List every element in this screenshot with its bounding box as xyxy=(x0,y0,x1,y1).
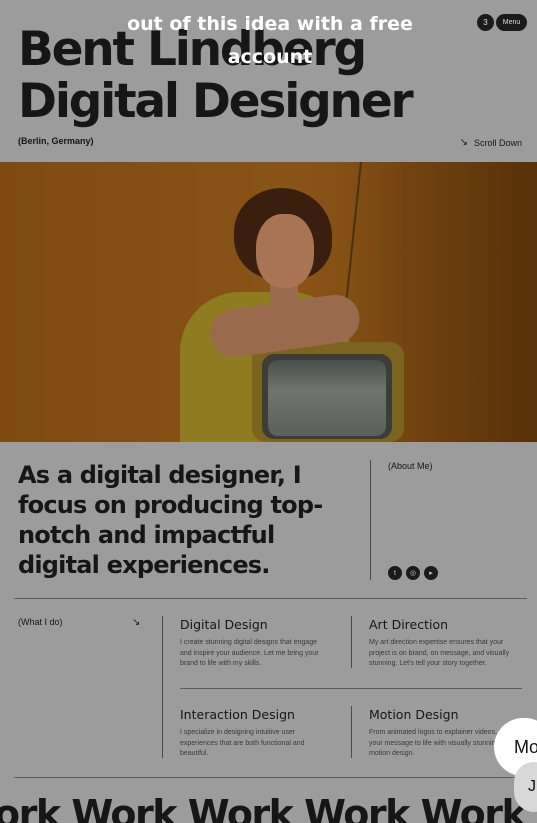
twitter-icon[interactable]: t xyxy=(388,566,402,580)
service-title: Art Direction xyxy=(369,617,449,632)
scroll-down-link[interactable]: ↘ Scroll Down xyxy=(460,137,522,148)
menu-button[interactable]: Menu xyxy=(496,14,527,31)
arrow-down-right-icon: ↘ xyxy=(132,617,141,628)
social-links: t ◎ ▸ xyxy=(388,566,438,580)
section-divider xyxy=(14,598,527,599)
about-me-label[interactable]: (About Me) xyxy=(388,461,433,471)
intro-headline: As a digital designer, I focus on produc… xyxy=(18,461,323,579)
menu-count-badge[interactable]: 3 xyxy=(477,14,494,31)
section-divider xyxy=(14,777,527,778)
service-title: Interaction Design xyxy=(180,707,295,722)
service-title: Digital Design xyxy=(180,617,268,632)
instagram-icon[interactable]: ◎ xyxy=(406,566,420,580)
about-divider xyxy=(370,460,371,580)
photo-face xyxy=(256,214,314,288)
service-col-divider xyxy=(351,706,352,758)
arrow-down-right-icon: ↘ xyxy=(459,137,468,148)
service-col-divider xyxy=(351,616,352,668)
portfolio-page: Bent Lindberg Digital Designer out of th… xyxy=(0,0,537,823)
location-label: (Berlin, Germany) xyxy=(18,136,94,146)
tv-glass xyxy=(268,360,386,436)
what-i-do-label: (What I do) xyxy=(18,617,63,627)
service-description: I specialize in designing intuitive user… xyxy=(180,729,305,757)
chat-launcher[interactable]: J xyxy=(514,762,537,812)
youtube-icon[interactable]: ▸ xyxy=(424,566,438,580)
service-description: My art direction expertise ensures that … xyxy=(369,639,510,667)
service-description: I create stunning digital designs that e… xyxy=(180,639,319,667)
hero-photo xyxy=(0,162,537,442)
scroll-down-label: Scroll Down xyxy=(473,137,522,148)
service-row-divider xyxy=(180,688,522,689)
service-title: Motion Design xyxy=(369,707,459,722)
services-divider xyxy=(162,616,163,758)
signup-promo-text[interactable]: out of this idea with a free account xyxy=(100,8,440,74)
work-marquee: ork Work Work Work Work xyxy=(0,792,527,823)
hero-title-line2: Digital Designer xyxy=(18,74,414,129)
